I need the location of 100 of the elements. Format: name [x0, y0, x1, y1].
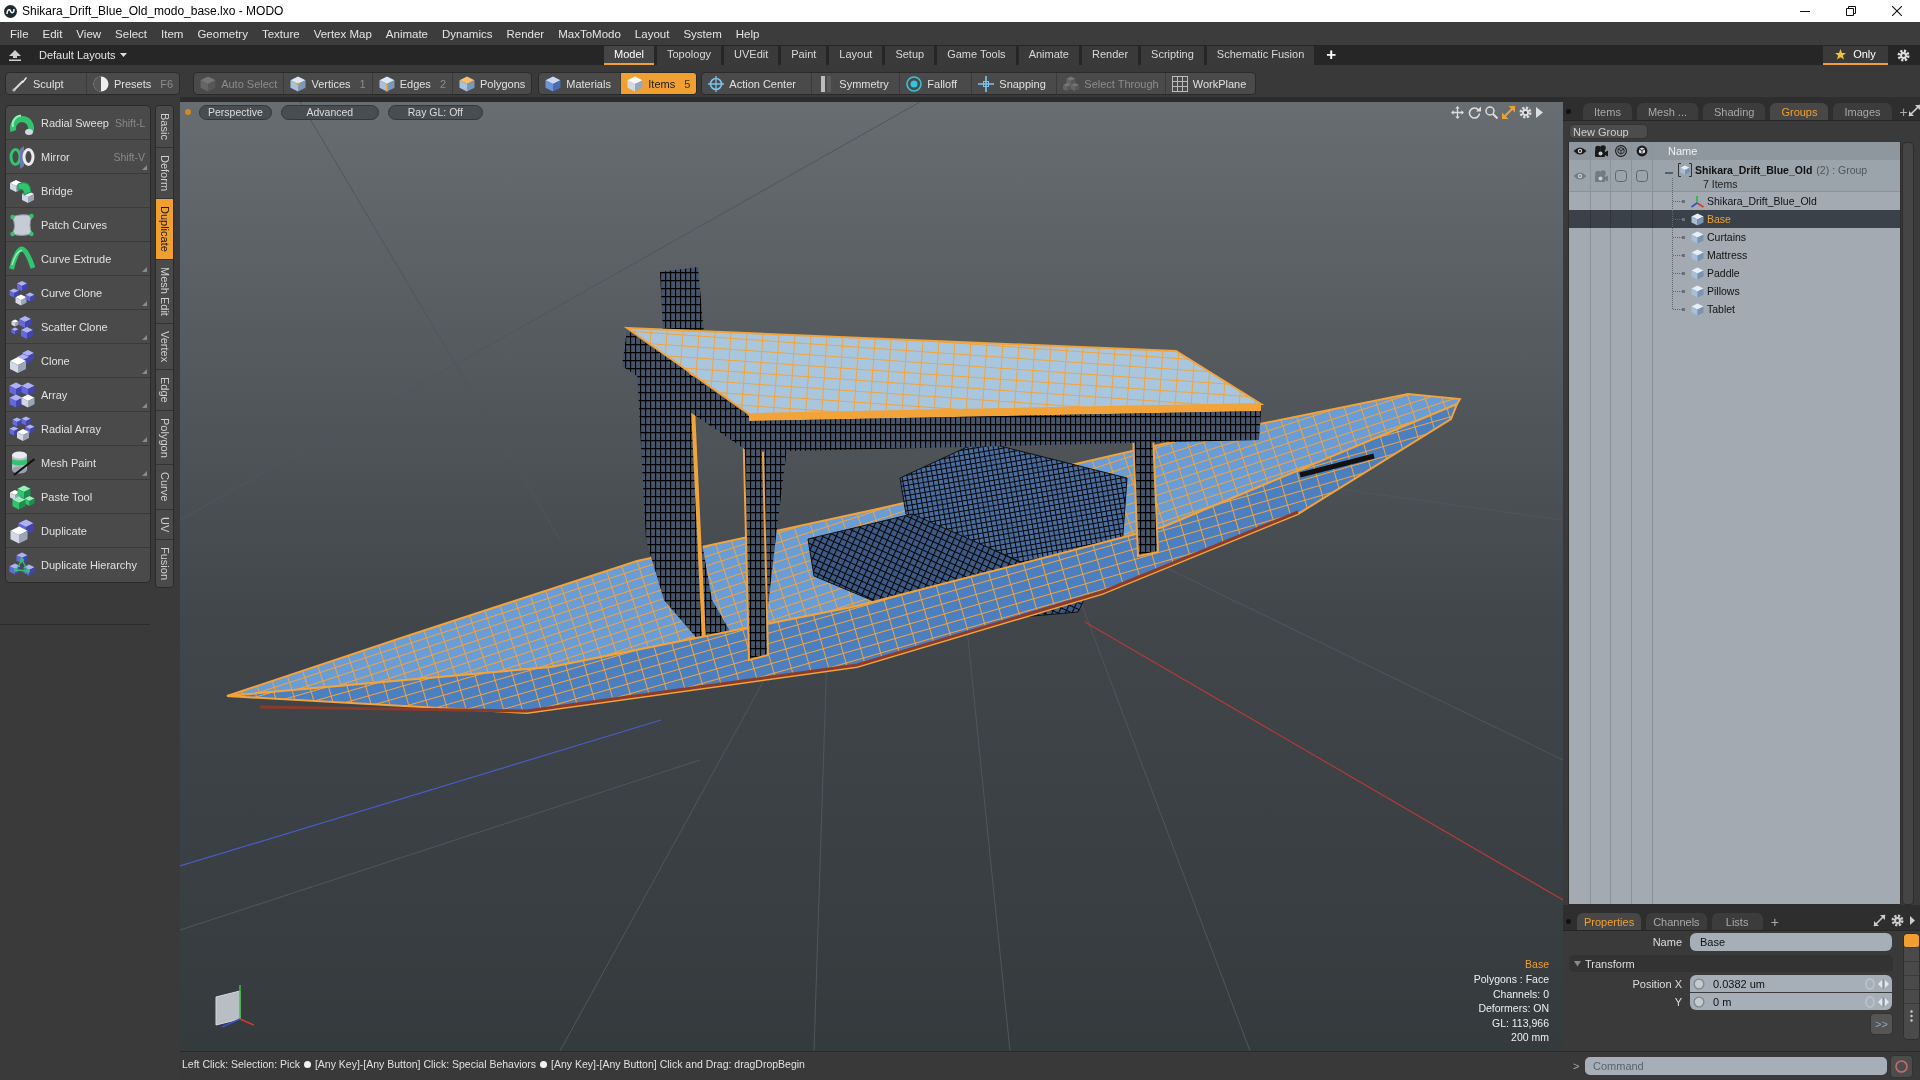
layouts-dropdown[interactable]: Default Layouts — [39, 46, 128, 64]
tree-item[interactable]: Mattress — [1569, 246, 1900, 264]
tool-button[interactable]: Scatter Clone — [6, 310, 150, 344]
toolbar-button[interactable]: Action Center — [702, 73, 813, 94]
tree-item[interactable]: Tablet — [1569, 300, 1900, 318]
menu-item[interactable]: Render — [499, 25, 552, 42]
tool-button[interactable]: Duplicate — [6, 514, 150, 548]
tool-button[interactable]: Radial Sweep Shift-L — [6, 106, 150, 140]
name-field[interactable]: Base — [1690, 933, 1892, 951]
settings-icon[interactable] — [1519, 105, 1532, 119]
caret-right-icon[interactable] — [1536, 106, 1543, 118]
category-tab[interactable]: Mesh Edit — [156, 259, 173, 324]
panel-tab[interactable]: Properties — [1577, 913, 1642, 930]
cube-solid-icon[interactable] — [1636, 145, 1648, 157]
cube-outline-icon[interactable] — [1615, 145, 1627, 157]
visibility-eye-icon[interactable] — [1572, 170, 1587, 181]
menu-item[interactable]: Geometry — [190, 25, 255, 42]
menu-item[interactable]: Edit — [35, 25, 70, 42]
value-input[interactable]: 0 m — [1713, 993, 1865, 1010]
tree-item[interactable]: Curtains — [1569, 228, 1900, 246]
layout-tab[interactable]: Game Tools — [937, 45, 1016, 65]
category-tab[interactable]: Curve — [156, 465, 173, 510]
tool-button[interactable]: Duplicate Hierarchy — [6, 548, 150, 582]
zoom-icon[interactable] — [1485, 105, 1498, 119]
active-tab-icon[interactable] — [1904, 934, 1919, 948]
panel-tab[interactable]: Items — [1583, 103, 1632, 120]
record-icon[interactable] — [1895, 1059, 1908, 1073]
group-row[interactable]: Shikara_Drift_Blue_Old (2) : Group 7 Items — [1569, 160, 1900, 192]
menu-item[interactable]: Animate — [378, 25, 435, 42]
menu-item[interactable]: View — [69, 25, 109, 42]
toggle-box-icon[interactable] — [1636, 169, 1648, 182]
menu-item[interactable]: System — [676, 25, 729, 42]
toolbar-button[interactable]: Snapping — [972, 73, 1058, 94]
menu-item[interactable]: Dynamics — [435, 25, 500, 42]
category-tab[interactable]: Duplicate — [156, 198, 173, 260]
category-tab[interactable]: Fusion — [156, 540, 173, 588]
category-tab[interactable]: Edge — [156, 369, 173, 411]
value-input[interactable]: 0.0382 um — [1713, 975, 1865, 992]
tool-button[interactable]: Bridge — [6, 174, 150, 208]
menu-item[interactable]: MaxToModo — [551, 25, 628, 42]
rotate-icon[interactable] — [1468, 105, 1481, 119]
expand-icon[interactable] — [1873, 914, 1886, 927]
settings-icon[interactable] — [1891, 914, 1904, 927]
number-field[interactable]: 0.0382 um — [1690, 975, 1892, 992]
new-group-button[interactable]: New Group — [1569, 124, 1648, 139]
tree-item[interactable]: Pillows — [1569, 282, 1900, 300]
keyframe-dot-icon[interactable] — [1693, 995, 1705, 1008]
category-tab[interactable]: Vertex — [156, 323, 173, 370]
toolbar-button[interactable]: Polygons — [453, 73, 532, 94]
category-tab[interactable]: Deform — [156, 147, 173, 199]
layout-tab[interactable]: Model — [604, 45, 654, 65]
layout-tab[interactable]: Layout — [829, 45, 883, 65]
menu-item[interactable]: Layout — [627, 25, 677, 42]
toolbar-button[interactable]: Vertices 1 — [284, 73, 373, 94]
layout-tab[interactable]: Topology — [656, 45, 721, 65]
add-tab-button[interactable]: + — [1899, 103, 1908, 120]
layout-tab[interactable]: Scripting — [1141, 45, 1204, 65]
settings-icon[interactable] — [1897, 48, 1910, 62]
toolbar-button[interactable]: Edges 2 — [372, 73, 453, 94]
close-icon[interactable] — [1892, 6, 1902, 16]
panel-tab[interactable]: Lists — [1711, 913, 1763, 930]
more-options-icon[interactable] — [1910, 1010, 1913, 1022]
tool-button[interactable]: Patch Curves — [6, 208, 150, 242]
menu-item[interactable]: Vertex Map — [306, 25, 379, 42]
camera-icon[interactable] — [1593, 145, 1608, 157]
restore-icon[interactable] — [1846, 6, 1856, 16]
section-header[interactable]: Transform — [1569, 955, 1893, 972]
category-tab[interactable]: Polygon — [156, 410, 173, 466]
tree-item[interactable]: Paddle — [1569, 264, 1900, 282]
arrow-up-icon[interactable] — [9, 49, 21, 61]
menu-item[interactable]: Item — [154, 25, 191, 42]
menu-item[interactable]: File — [3, 25, 36, 42]
toggle-box-icon[interactable] — [1615, 169, 1627, 182]
layout-tab[interactable]: Schematic Fusion — [1206, 45, 1315, 65]
scrollbar[interactable] — [1902, 142, 1914, 905]
tool-button[interactable]: Curve Extrude — [6, 242, 150, 276]
panel-tab[interactable]: Channels — [1646, 913, 1707, 930]
drag-arrows-icon[interactable] — [1878, 996, 1889, 1007]
tool-button[interactable]: Clone — [6, 344, 150, 378]
tool-button[interactable]: Curve Clone — [6, 276, 150, 310]
layout-tab[interactable]: Animate — [1018, 45, 1079, 65]
tool-button[interactable]: Mirror Shift-V — [6, 140, 150, 174]
category-tab[interactable]: Basic — [156, 106, 173, 148]
keyframe-dot-icon[interactable] — [1693, 977, 1705, 990]
command-field[interactable]: Command — [1585, 1057, 1887, 1075]
toolbar-button[interactable]: WorkPlane — [1165, 73, 1255, 94]
layout-tab[interactable]: UVEdit — [724, 45, 779, 65]
caret-right-icon[interactable] — [1910, 916, 1915, 925]
tree-item[interactable]: Base — [1569, 210, 1900, 228]
category-tab[interactable]: UV — [156, 509, 173, 541]
layout-tab[interactable]: Setup — [885, 45, 935, 65]
toolbar-button[interactable]: Items 5 — [621, 73, 697, 94]
panel-tab[interactable]: Groups — [1770, 103, 1829, 120]
favorites-only-button[interactable]: Only — [1823, 45, 1888, 65]
menu-item[interactable]: Help — [728, 25, 767, 42]
expand-icon[interactable] — [1907, 104, 1920, 117]
menu-item[interactable]: Select — [108, 25, 155, 42]
render-camera-icon[interactable] — [1593, 169, 1608, 182]
move-icon[interactable] — [1451, 105, 1464, 119]
toolbar-button[interactable]: Materials — [539, 73, 622, 94]
